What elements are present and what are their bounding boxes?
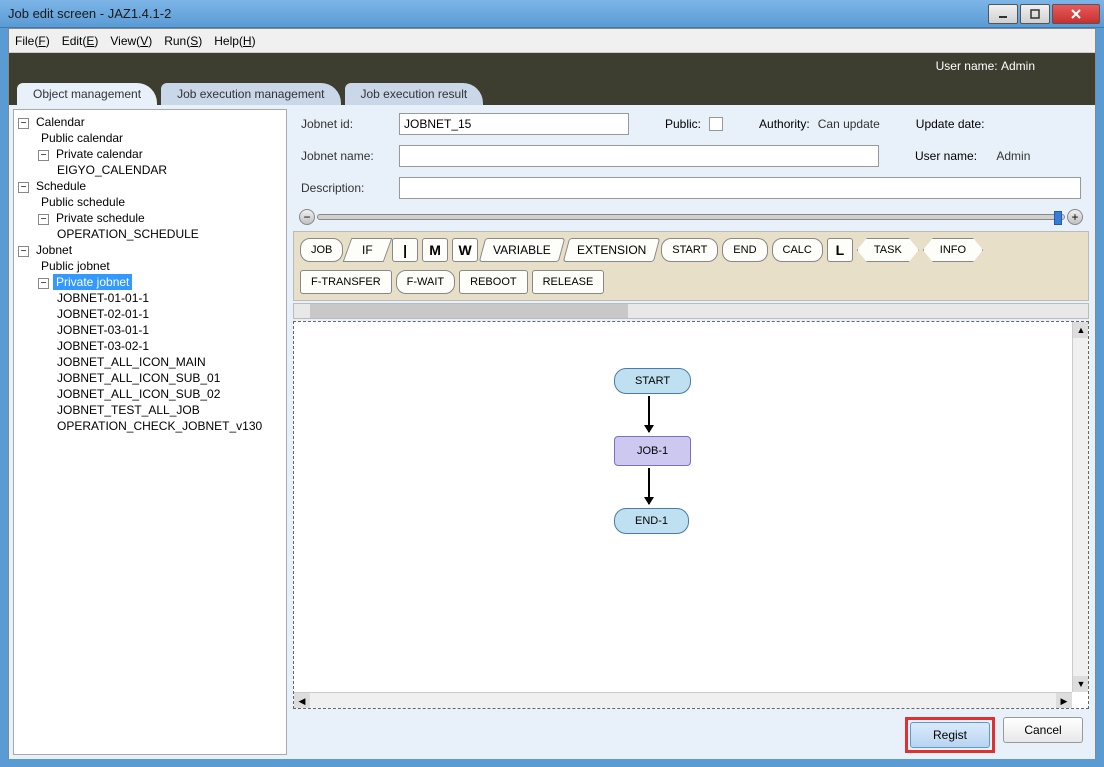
menu-run[interactable]: Run(S) [164, 34, 202, 48]
flow-end-node[interactable]: END-1 [614, 508, 689, 534]
tree-jobnet[interactable]: Jobnet [33, 242, 75, 258]
sidebar-tree: −Calendar Public calendar −Private calen… [13, 109, 287, 755]
jobnet-name-label: Jobnet name: [301, 149, 391, 163]
description-input[interactable] [399, 177, 1081, 199]
menu-help[interactable]: Help(H) [214, 34, 255, 48]
flow-arrow [648, 396, 650, 432]
jobnet-id-label: Jobnet id: [301, 117, 391, 131]
zoom-slider[interactable] [317, 214, 1065, 220]
scroll-down-icon[interactable]: ▼ [1073, 676, 1089, 692]
toolbox-scrollbar[interactable] [293, 303, 1089, 319]
flow-job-node[interactable]: JOB-1 [614, 436, 691, 466]
user-label: User name: [936, 59, 998, 73]
tool-m[interactable]: M [422, 238, 448, 262]
window-title: Job edit screen - JAZ1.4.1-2 [4, 6, 988, 21]
update-date-label: Update date: [916, 117, 985, 131]
user-name-value: Admin [996, 149, 1030, 163]
main-panel: Jobnet id: Public: Authority: Can update… [287, 105, 1095, 759]
tab-row: Object management Job execution manageme… [9, 79, 1095, 105]
tool-l[interactable]: L [827, 238, 853, 262]
jobnet-id-input[interactable] [399, 113, 629, 135]
tree-schedule[interactable]: Schedule [33, 178, 89, 194]
tree-toggle[interactable]: − [38, 278, 49, 289]
tool-end[interactable]: END [722, 238, 767, 262]
slider-handle[interactable] [1054, 211, 1062, 225]
tab-job-execution-result[interactable]: Job execution result [345, 83, 484, 105]
zoom-out-button[interactable]: − [299, 209, 315, 225]
tree-item[interactable]: OPERATION_CHECK_JOBNET_v130 [54, 418, 265, 434]
tree-item[interactable]: JOBNET_ALL_ICON_MAIN [54, 354, 209, 370]
tool-reboot[interactable]: REBOOT [459, 270, 527, 294]
tree-item[interactable]: JOBNET_ALL_ICON_SUB_01 [54, 370, 223, 386]
tree-toggle[interactable]: − [18, 182, 29, 193]
tree-public-calendar[interactable]: Public calendar [38, 130, 126, 146]
tree-item[interactable]: EIGYO_CALENDAR [54, 162, 170, 178]
close-button[interactable] [1052, 4, 1100, 24]
cancel-button[interactable]: Cancel [1003, 717, 1083, 743]
user-value: Admin [1001, 59, 1035, 73]
tree-item[interactable]: JOBNET-03-02-1 [54, 338, 152, 354]
public-checkbox[interactable] [709, 117, 723, 131]
tree-item[interactable]: JOBNET-03-01-1 [54, 322, 152, 338]
tree-item[interactable]: JOBNET_ALL_ICON_SUB_02 [54, 386, 223, 402]
flow-canvas[interactable]: START JOB-1 END-1 ◀▶ ▲▼ [293, 321, 1089, 709]
tool-ftransfer[interactable]: F-TRANSFER [300, 270, 392, 294]
tool-fwait[interactable]: F-WAIT [396, 270, 455, 294]
flow-arrow [648, 468, 650, 504]
tool-if[interactable]: IF [343, 238, 392, 262]
maximize-button[interactable] [1020, 4, 1050, 24]
authority-value: Can update [818, 117, 880, 131]
tool-task[interactable]: TASK [857, 238, 919, 262]
authority-label: Authority: [759, 117, 810, 131]
canvas-vscroll[interactable]: ▲▼ [1072, 322, 1088, 692]
menu-edit[interactable]: Edit(E) [62, 34, 99, 48]
menu-view[interactable]: View(V) [110, 34, 152, 48]
tool-variable[interactable]: VARIABLE [479, 238, 565, 262]
description-label: Description: [301, 181, 391, 195]
regist-highlight: Regist [905, 717, 995, 753]
tree-item[interactable]: JOBNET-01-01-1 [54, 290, 152, 306]
scroll-up-icon[interactable]: ▲ [1073, 322, 1089, 338]
tree-item[interactable]: JOBNET_TEST_ALL_JOB [54, 402, 203, 418]
tree-public-schedule[interactable]: Public schedule [38, 194, 128, 210]
flow-start-node[interactable]: START [614, 368, 691, 394]
tool-calc[interactable]: CALC [772, 238, 823, 262]
regist-button[interactable]: Regist [910, 722, 990, 748]
tool-release[interactable]: RELEASE [532, 270, 605, 294]
scroll-right-icon[interactable]: ▶ [1056, 693, 1072, 709]
tree-item[interactable]: JOBNET-02-01-1 [54, 306, 152, 322]
tab-job-execution-management[interactable]: Job execution management [161, 83, 340, 105]
minimize-button[interactable] [988, 4, 1018, 24]
menubar: File(F) Edit(E) View(V) Run(S) Help(H) [9, 29, 1095, 53]
tab-object-management[interactable]: Object management [17, 83, 157, 105]
tool-pipe[interactable]: | [392, 238, 418, 262]
tree-toggle[interactable]: − [18, 118, 29, 129]
titlebar: Job edit screen - JAZ1.4.1-2 [0, 0, 1104, 28]
tree-toggle[interactable]: − [18, 246, 29, 257]
tool-job[interactable]: JOB [300, 238, 343, 262]
scroll-left-icon[interactable]: ◀ [294, 693, 310, 709]
canvas-hscroll[interactable]: ◀▶ [294, 692, 1072, 708]
tool-start[interactable]: START [661, 238, 718, 262]
zoom-in-button[interactable]: + [1067, 209, 1083, 225]
tree-item[interactable]: OPERATION_SCHEDULE [54, 226, 202, 242]
user-name-label: User name: [915, 149, 977, 163]
menu-file[interactable]: File(F) [15, 34, 50, 48]
tree-private-calendar[interactable]: Private calendar [53, 146, 146, 162]
tree-toggle[interactable]: − [38, 214, 49, 225]
toolbox: JOB IF | M W VARIABLE EXTENSION START EN… [293, 231, 1089, 301]
jobnet-name-input[interactable] [399, 145, 879, 167]
tool-info[interactable]: INFO [923, 238, 983, 262]
info-bar: User name: Admin [9, 53, 1095, 79]
tool-extension[interactable]: EXTENSION [563, 238, 661, 262]
tree-calendar[interactable]: Calendar [33, 114, 88, 130]
tree-private-jobnet[interactable]: Private jobnet [53, 274, 132, 290]
public-label: Public: [665, 117, 701, 131]
tree-private-schedule[interactable]: Private schedule [53, 210, 148, 226]
tools-w[interactable]: W [452, 238, 478, 262]
tree-toggle[interactable]: − [38, 150, 49, 161]
tree-public-jobnet[interactable]: Public jobnet [38, 258, 113, 274]
